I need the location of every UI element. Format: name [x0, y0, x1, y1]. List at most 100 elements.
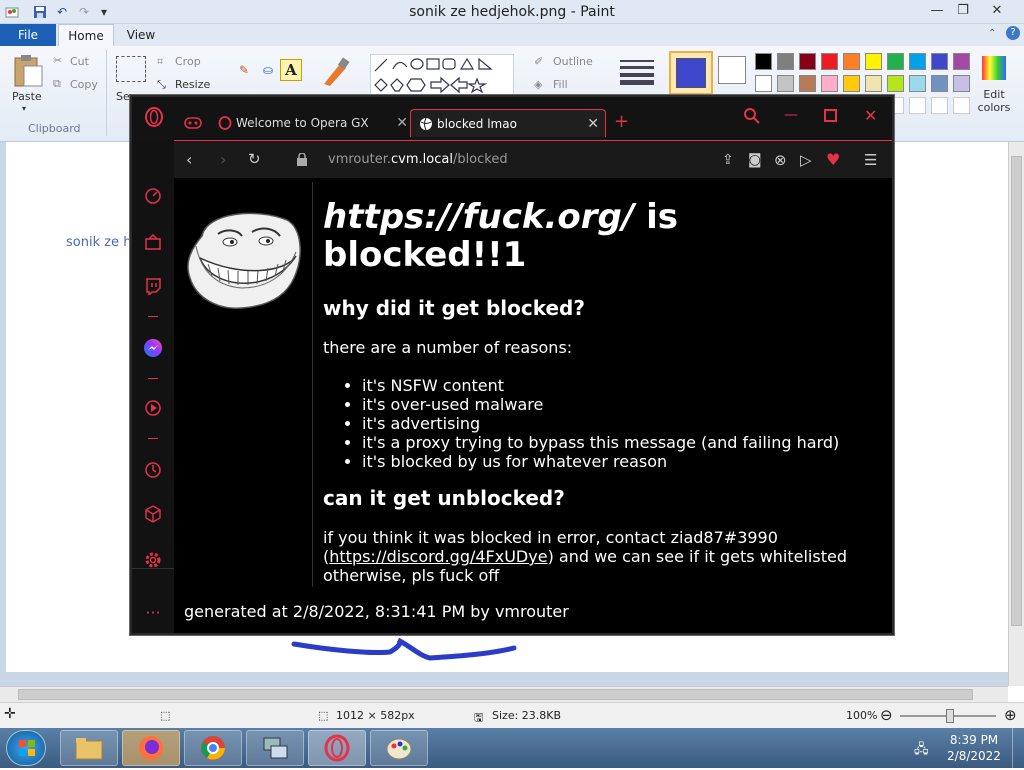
- resize-button[interactable]: Resize: [175, 78, 210, 91]
- palette-swatch[interactable]: [865, 53, 882, 70]
- outline-button[interactable]: Outline: [553, 55, 593, 68]
- color1-selector[interactable]: [669, 51, 713, 95]
- custom-color-slot[interactable]: [909, 97, 926, 114]
- paste-dropdown-icon[interactable]: ▾: [22, 104, 26, 113]
- palette-swatch[interactable]: [843, 75, 860, 92]
- opera-menu-icon[interactable]: [144, 107, 164, 127]
- back-button[interactable]: ‹: [186, 150, 192, 169]
- palette-swatch[interactable]: [777, 53, 794, 70]
- vertical-scroll-thumb[interactable]: [1011, 156, 1022, 626]
- palette-swatch[interactable]: [799, 53, 816, 70]
- palette-swatch[interactable]: [777, 75, 794, 92]
- crop-button[interactable]: Crop: [175, 55, 201, 68]
- select-icon[interactable]: [116, 56, 146, 82]
- text-tool-icon[interactable]: A: [280, 59, 302, 81]
- edit-colors-button[interactable]: Edit colors: [977, 88, 1011, 114]
- bookmark-heart-icon[interactable]: ♥: [826, 150, 840, 169]
- copy-button[interactable]: Copy: [70, 78, 98, 91]
- maximize-button[interactable]: ❐: [950, 2, 976, 19]
- pencil-icon[interactable]: ✎: [234, 60, 254, 80]
- zoom-out-button[interactable]: ⊖: [880, 706, 893, 724]
- gx-corner-icon[interactable]: [143, 232, 163, 252]
- palette-swatch[interactable]: [755, 75, 772, 92]
- forward-button[interactable]: ›: [220, 150, 226, 169]
- tab-file[interactable]: File: [0, 24, 56, 46]
- brushes-icon[interactable]: [320, 56, 352, 88]
- send-icon[interactable]: ▷: [800, 151, 812, 169]
- adblock-icon[interactable]: ⊗: [774, 151, 787, 169]
- opera-close-button[interactable]: ✕: [864, 106, 877, 125]
- chrome-taskbar-button[interactable]: [184, 730, 242, 766]
- discord-link[interactable]: https://discord.gg/4FxUDye: [329, 547, 547, 566]
- palette-swatch[interactable]: [755, 53, 772, 70]
- explorer-taskbar-button[interactable]: [60, 730, 118, 766]
- network-tray-icon[interactable]: 🖧: [914, 740, 929, 762]
- show-desktop-button[interactable]: [1012, 728, 1024, 768]
- history-icon[interactable]: [143, 460, 163, 480]
- lock-icon[interactable]: [296, 152, 308, 166]
- close-button[interactable]: ✕: [984, 2, 1010, 19]
- palette-swatch[interactable]: [909, 75, 926, 92]
- palette-swatch[interactable]: [931, 53, 948, 70]
- paste-button[interactable]: Paste: [12, 90, 42, 103]
- messenger-icon[interactable]: [143, 338, 163, 358]
- size-icon[interactable]: [620, 58, 654, 85]
- extensions-icon[interactable]: [143, 504, 163, 524]
- custom-color-slot[interactable]: [931, 97, 948, 114]
- minimize-button[interactable]: —: [924, 2, 950, 19]
- select-button[interactable]: Se: [116, 90, 130, 103]
- share-icon[interactable]: ⇪: [722, 152, 734, 168]
- network-tool-taskbar-button[interactable]: [246, 730, 304, 766]
- opera-maximize-button[interactable]: [824, 109, 837, 122]
- cut-button[interactable]: Cut: [70, 55, 89, 68]
- tab-view[interactable]: View: [118, 24, 164, 46]
- close-tab-icon[interactable]: ✕: [396, 115, 408, 131]
- minimize-ribbon-icon[interactable]: ⌃: [988, 28, 996, 39]
- snapshot-icon[interactable]: ◙: [748, 152, 762, 168]
- opera-gx-taskbar-button[interactable]: [308, 730, 366, 766]
- search-tabs-icon[interactable]: [744, 108, 760, 124]
- url-field[interactable]: vmrouter.cvm.local/blocked: [328, 152, 508, 167]
- palette-swatch[interactable]: [865, 75, 882, 92]
- palette-swatch[interactable]: [887, 75, 904, 92]
- palette-swatch[interactable]: [821, 75, 838, 92]
- new-tab-button[interactable]: +: [614, 111, 629, 132]
- paint-taskbar-button[interactable]: [370, 730, 428, 766]
- more-icon[interactable]: ···: [143, 602, 163, 622]
- edit-colors-icon[interactable]: [980, 54, 1008, 82]
- tab-blocked[interactable]: blocked lmao ✕: [410, 109, 606, 137]
- custom-color-slot[interactable]: [953, 97, 970, 114]
- palette-swatch[interactable]: [953, 75, 970, 92]
- palette-swatch[interactable]: [799, 75, 816, 92]
- clock[interactable]: 8:39 PM 2/8/2022: [944, 732, 1004, 764]
- player-icon[interactable]: [143, 398, 163, 418]
- fill-bucket-icon[interactable]: ⛀: [258, 60, 278, 80]
- settings-icon[interactable]: [143, 550, 163, 570]
- vertical-scrollbar[interactable]: [1008, 142, 1024, 686]
- color2-selector[interactable]: [718, 56, 746, 84]
- tab-home[interactable]: Home: [58, 24, 114, 46]
- palette-swatch[interactable]: [843, 53, 860, 70]
- tab-welcome[interactable]: Welcome to Opera GX ✕: [176, 109, 408, 137]
- palette-swatch[interactable]: [953, 53, 970, 70]
- gx-performance-icon[interactable]: [143, 186, 163, 206]
- paste-icon[interactable]: [12, 52, 44, 88]
- palette-swatch[interactable]: [931, 75, 948, 92]
- horizontal-scrollbar[interactable]: [0, 686, 1008, 702]
- zoom-slider-thumb[interactable]: [946, 709, 954, 723]
- twitch-icon[interactable]: [143, 276, 163, 296]
- palette-swatch[interactable]: [821, 53, 838, 70]
- palette-swatch[interactable]: [909, 53, 926, 70]
- shapes-gallery[interactable]: [370, 54, 514, 96]
- palette-swatch[interactable]: [887, 53, 904, 70]
- zoom-in-button[interactable]: ⊕: [1004, 706, 1017, 724]
- fill-button[interactable]: Fill: [553, 78, 568, 91]
- reload-button[interactable]: ↻: [248, 150, 261, 168]
- help-icon[interactable]: ?: [1006, 26, 1020, 40]
- firefox-taskbar-button[interactable]: [122, 730, 180, 766]
- opera-minimize-button[interactable]: —: [784, 107, 798, 123]
- horizontal-scroll-thumb[interactable]: [18, 689, 973, 700]
- easy-setup-icon[interactable]: ☰: [864, 151, 877, 169]
- close-tab-icon[interactable]: ✕: [587, 116, 599, 132]
- start-button[interactable]: [6, 730, 46, 766]
